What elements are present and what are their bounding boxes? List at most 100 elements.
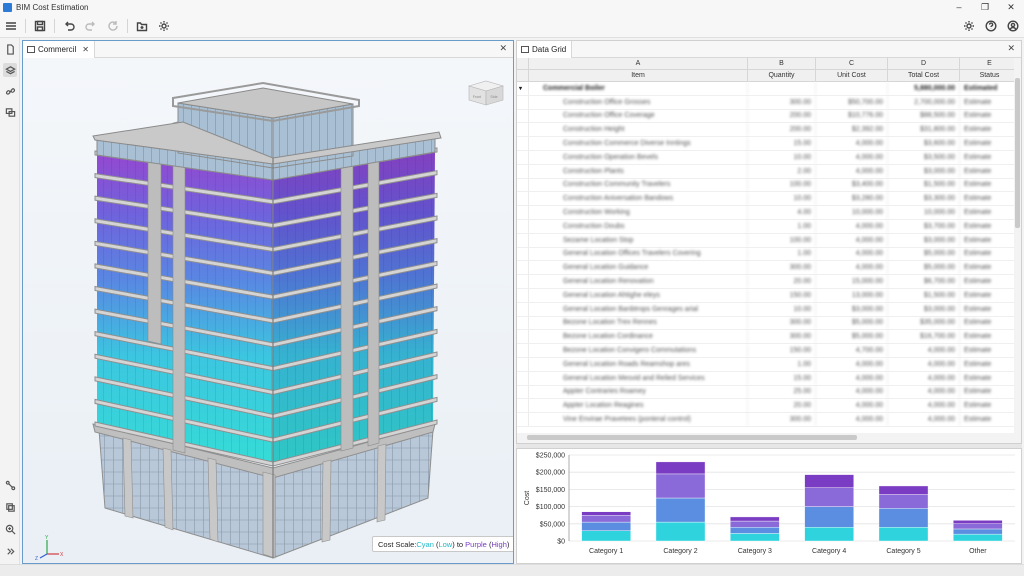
- cell-quantity[interactable]: 2.00: [748, 164, 816, 178]
- table-row[interactable]: Bezone Location Convigero Commutations 15…: [517, 344, 1021, 358]
- stack-icon[interactable]: [3, 500, 17, 514]
- cell-total-cost[interactable]: $5,000.00: [888, 261, 960, 275]
- cell-quantity[interactable]: 300.00: [748, 413, 816, 426]
- cell-item[interactable]: Construction Doubs: [529, 219, 748, 233]
- cell-quantity[interactable]: 4.00: [748, 206, 816, 219]
- cell-unit-cost[interactable]: 4,000.00: [816, 357, 888, 371]
- cell-status[interactable]: Estimate: [960, 261, 1020, 275]
- cell-unit-cost[interactable]: $2,392.00: [816, 123, 888, 137]
- cell-quantity[interactable]: 150.00: [748, 344, 816, 357]
- table-row[interactable]: Construction Community Travelers 100.00 $3…: [517, 178, 1021, 193]
- cell-total-cost[interactable]: $3,000.00: [888, 164, 960, 178]
- table-row[interactable]: Construction Height 200.00 $2,392.00 $31,80…: [517, 123, 1021, 138]
- cell-quantity[interactable]: [748, 82, 816, 95]
- cell-item[interactable]: General Location Banbtrops Genrages aria…: [529, 302, 748, 316]
- cell-total-cost[interactable]: $3,300.00: [888, 192, 960, 206]
- cell-unit-cost[interactable]: 13,000.00: [816, 288, 888, 302]
- zoom-icon[interactable]: [3, 522, 17, 536]
- column-header-unit-cost[interactable]: Unit Cost: [816, 70, 888, 81]
- minimize-icon[interactable]: –: [946, 2, 972, 12]
- account-icon[interactable]: [1002, 16, 1024, 36]
- table-row[interactable]: Construction Working 4.00 10,000.00 10,000.…: [517, 206, 1021, 220]
- cell-total-cost[interactable]: 4,000.00: [888, 399, 960, 413]
- redo-alt-icon[interactable]: [102, 16, 124, 36]
- cell-total-cost[interactable]: 5,880,000.00: [888, 82, 960, 95]
- restore-icon[interactable]: ❐: [972, 2, 998, 13]
- column-letter[interactable]: C: [816, 58, 888, 69]
- column-header-total-cost[interactable]: Total Cost: [888, 70, 960, 81]
- cell-item[interactable]: Appter Location Reagines: [529, 399, 748, 413]
- cell-status[interactable]: Estimate: [960, 385, 1020, 399]
- cell-total-cost[interactable]: $35,000.00: [888, 316, 960, 330]
- cell-total-cost[interactable]: $31,800.00: [888, 123, 960, 137]
- table-row[interactable]: Appter Contraries Roamey 25.00 4,000.00 4,0…: [517, 385, 1021, 400]
- cell-status[interactable]: Estimate: [960, 330, 1020, 344]
- help-icon[interactable]: [980, 16, 1002, 36]
- 3d-viewport[interactable]: Front Side Y X Z Cost Scale: Cyan (Low) …: [23, 58, 513, 563]
- cell-quantity[interactable]: 100.00: [748, 178, 816, 192]
- table-row[interactable]: Construction Operation Bevels 10.00 4,000.…: [517, 150, 1021, 165]
- cell-quantity[interactable]: 10.00: [748, 150, 816, 164]
- cell-unit-cost[interactable]: 4,700.00: [816, 344, 888, 357]
- cell-status[interactable]: Estimate: [960, 357, 1020, 371]
- connections-icon[interactable]: [3, 478, 17, 492]
- document-icon[interactable]: [3, 42, 17, 56]
- cell-unit-cost[interactable]: 4,000.00: [816, 399, 888, 413]
- cell-status[interactable]: Estimate: [960, 219, 1020, 233]
- cell-item[interactable]: Construction Office Coverage: [529, 109, 748, 123]
- cell-quantity[interactable]: 20.00: [748, 275, 816, 288]
- column-header-quantity[interactable]: Quantity: [748, 70, 816, 81]
- cell-unit-cost[interactable]: 4,000.00: [816, 150, 888, 164]
- expand-panel-icon[interactable]: [3, 544, 17, 558]
- cell-status[interactable]: Estimate: [960, 150, 1020, 164]
- cell-status[interactable]: Estimate: [960, 399, 1020, 413]
- cell-item[interactable]: General Location Ahtighe eleys: [529, 288, 748, 302]
- cell-item[interactable]: Construction Community Travelers: [529, 178, 748, 192]
- cell-status[interactable]: Estimate: [960, 233, 1020, 247]
- cell-quantity[interactable]: 15.00: [748, 137, 816, 150]
- cell-total-cost[interactable]: $16,700.00: [888, 330, 960, 344]
- cell-item[interactable]: Construction Aniversation Bandows: [529, 192, 748, 206]
- cell-unit-cost[interactable]: 4,000.00: [816, 164, 888, 178]
- cell-total-cost[interactable]: 4,000.00: [888, 357, 960, 371]
- cell-unit-cost[interactable]: $50,700.00: [816, 95, 888, 109]
- cell-unit-cost[interactable]: $10,776.00: [816, 109, 888, 123]
- table-row[interactable]: Sezame Location Stop 100.00 4,000.00 $3,000…: [517, 233, 1021, 248]
- group-row[interactable]: ▾ Commercial Boiler 5,880,000.00 Estimat…: [517, 82, 1021, 96]
- cell-item[interactable]: Construction Office Grosses: [529, 95, 748, 109]
- cell-total-cost[interactable]: $3,000.00: [888, 233, 960, 247]
- vertical-scrollbar[interactable]: [1014, 58, 1021, 433]
- cell-status[interactable]: Estimate: [960, 206, 1020, 219]
- cell-quantity[interactable]: 10.00: [748, 302, 816, 316]
- save-icon[interactable]: [29, 16, 51, 36]
- cell-item[interactable]: Bezone Location Convigero Commutations: [529, 344, 748, 357]
- cell-item[interactable]: General Location Guidance: [529, 261, 748, 275]
- cell-quantity[interactable]: 1.00: [748, 357, 816, 371]
- redo-icon[interactable]: [80, 16, 102, 36]
- cell-total-cost[interactable]: 4,000.00: [888, 344, 960, 357]
- column-header-status[interactable]: Status: [960, 70, 1020, 81]
- cell-status[interactable]: Estimate: [960, 109, 1020, 123]
- cell-status[interactable]: Estimate: [960, 164, 1020, 178]
- cell-item[interactable]: General Location Roads Reamshop ares: [529, 357, 748, 371]
- link-icon[interactable]: [3, 84, 17, 98]
- menu-icon[interactable]: [0, 16, 22, 36]
- cell-item[interactable]: Commercial Boiler: [529, 82, 748, 95]
- cell-status[interactable]: Estimate: [960, 95, 1020, 109]
- cell-item[interactable]: General Location Mesvid and Relied Servi…: [529, 371, 748, 385]
- cell-unit-cost[interactable]: $5,000.00: [816, 316, 888, 330]
- cell-total-cost[interactable]: $3,600.00: [888, 137, 960, 150]
- collapse-icon[interactable]: ▾: [517, 82, 529, 95]
- cell-quantity[interactable]: 20.00: [748, 399, 816, 413]
- cell-unit-cost[interactable]: 4,000.00: [816, 233, 888, 247]
- cell-status[interactable]: Estimate: [960, 178, 1020, 192]
- cell-item[interactable]: Bezone Location Cordinance: [529, 330, 748, 344]
- cell-total-cost[interactable]: $6,700.00: [888, 275, 960, 288]
- tab-commercial-model[interactable]: Commercil ✕: [23, 40, 95, 58]
- cell-status[interactable]: Estimate: [960, 371, 1020, 385]
- cell-total-cost[interactable]: $5,000.00: [888, 247, 960, 261]
- cell-unit-cost[interactable]: $5,000.00: [816, 330, 888, 344]
- cell-quantity[interactable]: 300.00: [748, 95, 816, 109]
- table-row[interactable]: Construction Plants 2.00 4,000.00 $3,000.00…: [517, 164, 1021, 179]
- cell-unit-cost[interactable]: 4,000.00: [816, 413, 888, 426]
